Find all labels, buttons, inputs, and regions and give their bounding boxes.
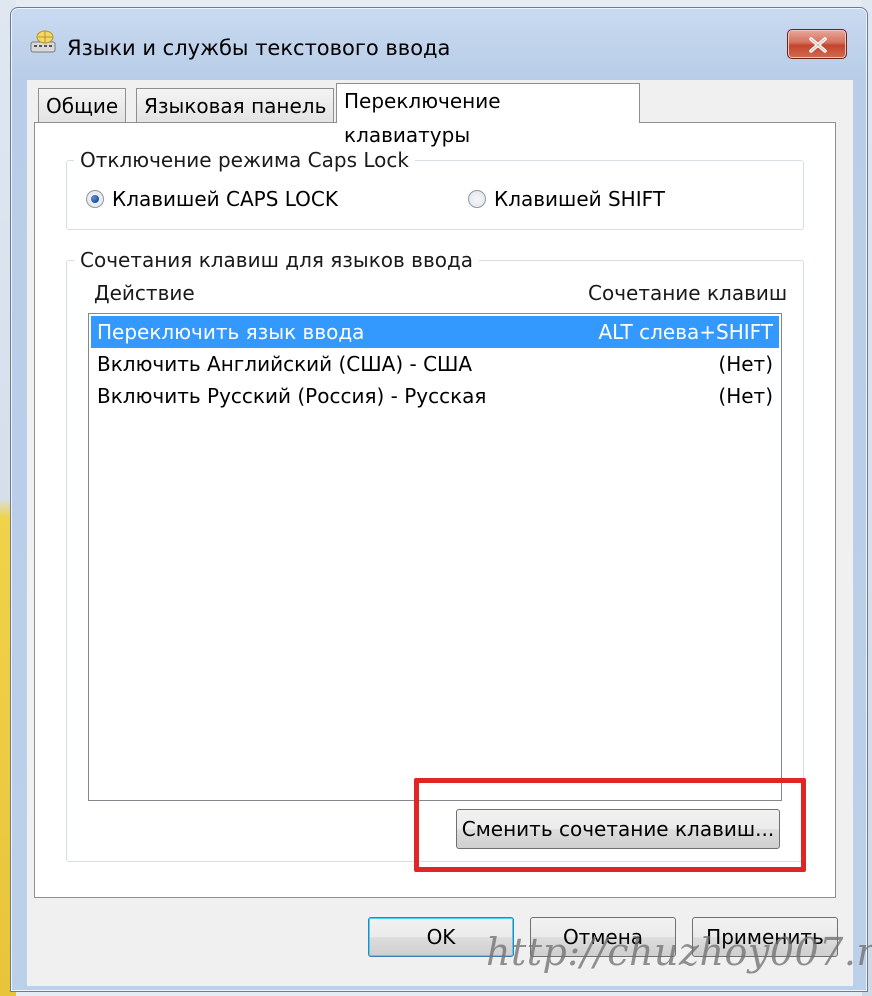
keyboard-globe-icon xyxy=(29,28,57,56)
tab-label: Общие xyxy=(46,94,119,118)
list-item[interactable]: Переключить язык ввода ALT слева+SHIFT xyxy=(91,316,779,348)
list-item[interactable]: Включить Русский (Россия) - Русская (Нет… xyxy=(91,380,779,412)
radio-label: Клавишей SHIFT xyxy=(494,187,665,211)
radio-unchecked-icon xyxy=(468,190,486,208)
radio-label: Клавишей CAPS LOCK xyxy=(112,187,338,211)
radio-caps-lock[interactable]: Клавишей CAPS LOCK xyxy=(86,187,338,211)
window-title: Языки и службы текстового ввода xyxy=(67,36,451,60)
change-hotkey-button[interactable]: Сменить сочетание клавиш... xyxy=(456,809,780,849)
radio-shift[interactable]: Клавишей SHIFT xyxy=(468,187,665,211)
tab-language-bar[interactable]: Языковая панель xyxy=(136,88,335,122)
list-item-action: Переключить язык ввода xyxy=(97,320,365,344)
tab-general[interactable]: Общие xyxy=(38,88,127,122)
close-icon xyxy=(809,37,827,53)
close-button[interactable] xyxy=(787,29,847,59)
tab-label: Языковая панель xyxy=(144,94,327,118)
column-header-action: Действие xyxy=(94,281,195,305)
list-item-keys: (Нет) xyxy=(718,384,773,408)
column-header-keys: Сочетание клавиш xyxy=(588,281,788,305)
hotkeys-legend: Сочетания клавиш для языков ввода xyxy=(74,248,480,272)
list-item-action: Включить Русский (Россия) - Русская xyxy=(97,384,487,408)
list-item-action: Включить Английский (США) - США xyxy=(97,352,473,376)
radio-checked-icon xyxy=(86,190,104,208)
list-item-keys: ALT слева+SHIFT xyxy=(598,320,773,344)
list-item[interactable]: Включить Английский (США) - США (Нет) xyxy=(91,348,779,380)
hotkeys-list[interactable]: Переключить язык ввода ALT слева+SHIFT В… xyxy=(88,313,782,801)
tab-keyboard-switch[interactable]: Переключение клавиатуры xyxy=(336,83,640,147)
list-item-keys: (Нет) xyxy=(718,352,773,376)
watermark: http://chuzhoy007.ru xyxy=(486,930,872,974)
